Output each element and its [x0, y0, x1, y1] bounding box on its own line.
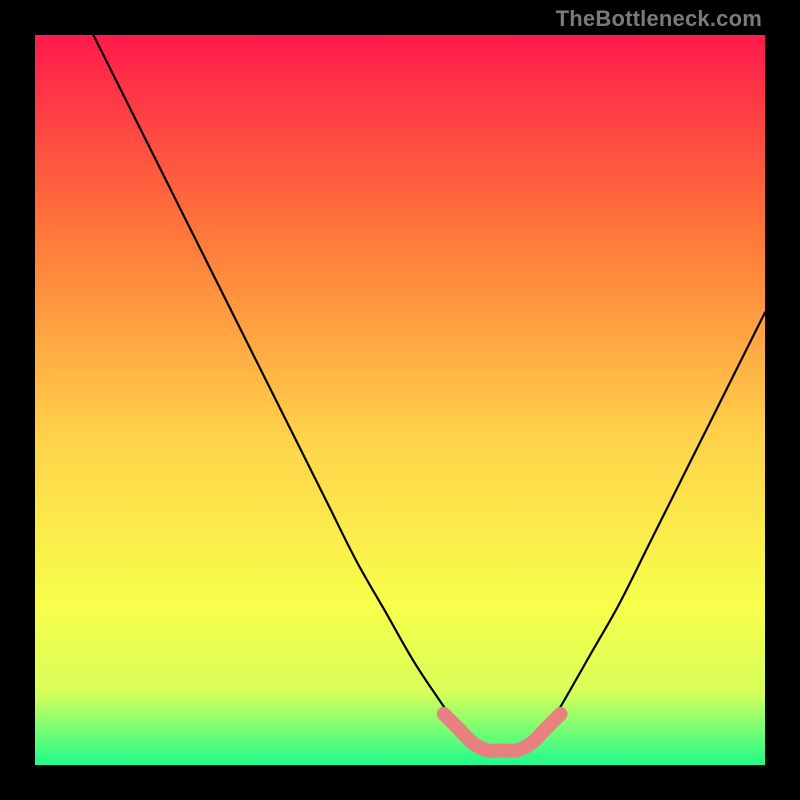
watermark-text: TheBottleneck.com	[556, 6, 762, 32]
chart-frame	[35, 35, 765, 765]
bottleneck-chart	[35, 35, 765, 765]
gradient-background	[35, 35, 765, 765]
